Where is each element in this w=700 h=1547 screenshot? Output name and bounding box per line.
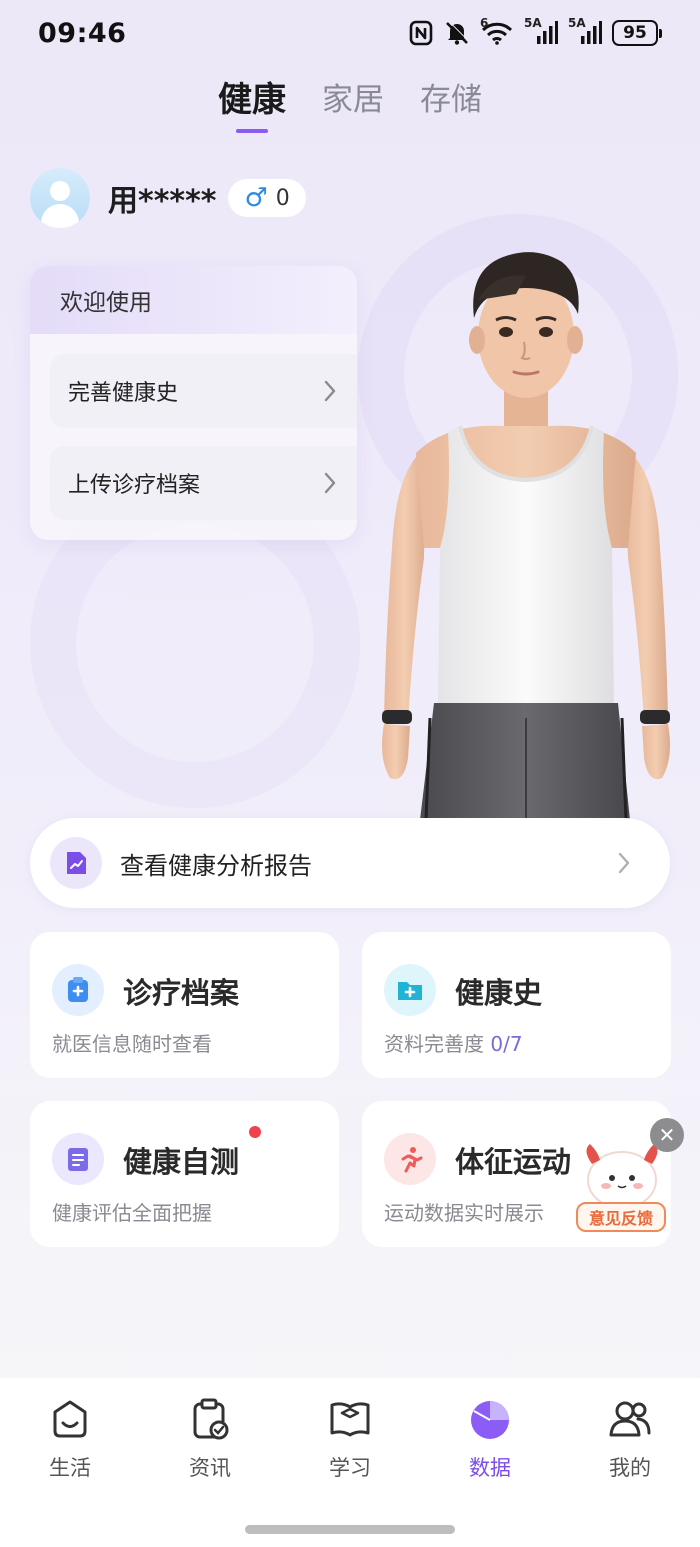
card-subtitle: 健康评估全面把握 (52, 1201, 212, 1225)
avatar[interactable] (30, 168, 90, 228)
card-title: 诊疗档案 (123, 976, 240, 1010)
health-self-test-card[interactable]: 健康自测 健康评估全面把握 (30, 1101, 339, 1247)
upload-medical-records-item[interactable]: 上传诊疗档案 (50, 446, 357, 520)
signal-5a-icon-2: 5A (568, 16, 602, 46)
card-title: 健康自测 (123, 1145, 240, 1179)
bottom-nav: 生活 资讯 学习 数据 我的 (0, 1378, 700, 1547)
nav-item-life[interactable]: 生活 (20, 1396, 120, 1482)
feedback-button[interactable]: 意见反馈 (576, 1202, 666, 1232)
self-test-icon (52, 1133, 104, 1185)
nav-label: 我的 (609, 1456, 651, 1480)
nav-label: 生活 (49, 1456, 91, 1480)
welcome-item-label: 完善健康史 (68, 381, 179, 406)
nfc-icon (408, 20, 434, 46)
card-title: 健康史 (455, 976, 543, 1010)
nav-item-study[interactable]: 学习 (300, 1396, 400, 1482)
welcome-title: 欢迎使用 (30, 266, 357, 334)
signal-5a-icon: 5A (524, 16, 558, 46)
feedback-close-icon[interactable]: ✕ (650, 1118, 684, 1152)
data-pie-icon (467, 1396, 513, 1442)
status-bar: 09:46 6 5A 5A 95 (0, 0, 700, 70)
mute-bell-icon (444, 20, 470, 46)
user-row: 用***** ♂ 0 (30, 168, 306, 228)
health-history-card[interactable]: 健康史 资料完善度 0/7 (362, 932, 671, 1078)
welcome-item-label: 上传诊疗档案 (68, 473, 201, 498)
health-report-button[interactable]: 查看健康分析报告 (30, 818, 670, 908)
wifi-6-icon: 6 (480, 16, 514, 46)
card-title: 体征运动 (455, 1145, 572, 1179)
nav-label: 资讯 (189, 1456, 231, 1480)
life-icon (47, 1396, 93, 1442)
nav-label: 数据 (469, 1456, 511, 1480)
battery-icon: 95 (612, 20, 662, 46)
status-icons: 6 5A 5A 95 (408, 16, 662, 46)
health-folder-icon (384, 964, 436, 1016)
home-indicator[interactable] (245, 1525, 455, 1534)
tab-health-label: 健康 (218, 80, 286, 120)
chevron-right-icon (324, 380, 336, 408)
signal2-label: 5A (568, 16, 586, 30)
card-subtitle-text: 资料完善度 (384, 1032, 484, 1056)
complete-health-history-item[interactable]: 完善健康史 (50, 354, 357, 428)
gender-age-pill[interactable]: ♂ 0 (228, 179, 306, 217)
tab-indicator (236, 129, 268, 133)
card-subtitle: 资料完善度 0/7 (384, 1028, 523, 1057)
nav-item-data[interactable]: 数据 (440, 1396, 540, 1482)
user-name[interactable]: 用***** (108, 176, 216, 220)
male-icon: ♂ (244, 183, 268, 213)
nav-item-me[interactable]: 我的 (580, 1396, 680, 1482)
running-icon (384, 1133, 436, 1185)
profile-icon (607, 1396, 653, 1442)
news-icon (187, 1396, 233, 1442)
chevron-right-icon (618, 852, 630, 878)
tab-storage[interactable]: 存储 (420, 74, 482, 123)
body-avatar-illustration[interactable] (376, 248, 674, 820)
age-value: 0 (275, 185, 290, 211)
tab-home[interactable]: 家居 (322, 74, 384, 123)
report-label: 查看健康分析报告 (120, 851, 312, 880)
medical-records-card[interactable]: 诊疗档案 就医信息随时查看 (30, 932, 339, 1078)
nav-item-news[interactable]: 资讯 (160, 1396, 260, 1482)
nav-label: 学习 (329, 1456, 371, 1480)
welcome-card: 欢迎使用 完善健康史 上传诊疗档案 (30, 266, 357, 540)
battery-level: 95 (612, 20, 658, 46)
book-icon (327, 1396, 373, 1442)
signal1-label: 5A (524, 16, 542, 30)
medical-record-icon (52, 964, 104, 1016)
report-icon (50, 837, 102, 889)
completion-progress: 0/7 (490, 1032, 523, 1056)
status-time: 09:46 (38, 18, 127, 49)
chevron-right-icon (324, 472, 336, 500)
wifi-label: 6 (480, 16, 489, 30)
card-subtitle: 就医信息随时查看 (52, 1032, 212, 1056)
card-subtitle: 运动数据实时展示 (384, 1201, 544, 1225)
tab-health[interactable]: 健康 (218, 72, 286, 133)
notification-dot (249, 1126, 261, 1138)
top-tabs: 健康 家居 存储 (0, 72, 700, 133)
